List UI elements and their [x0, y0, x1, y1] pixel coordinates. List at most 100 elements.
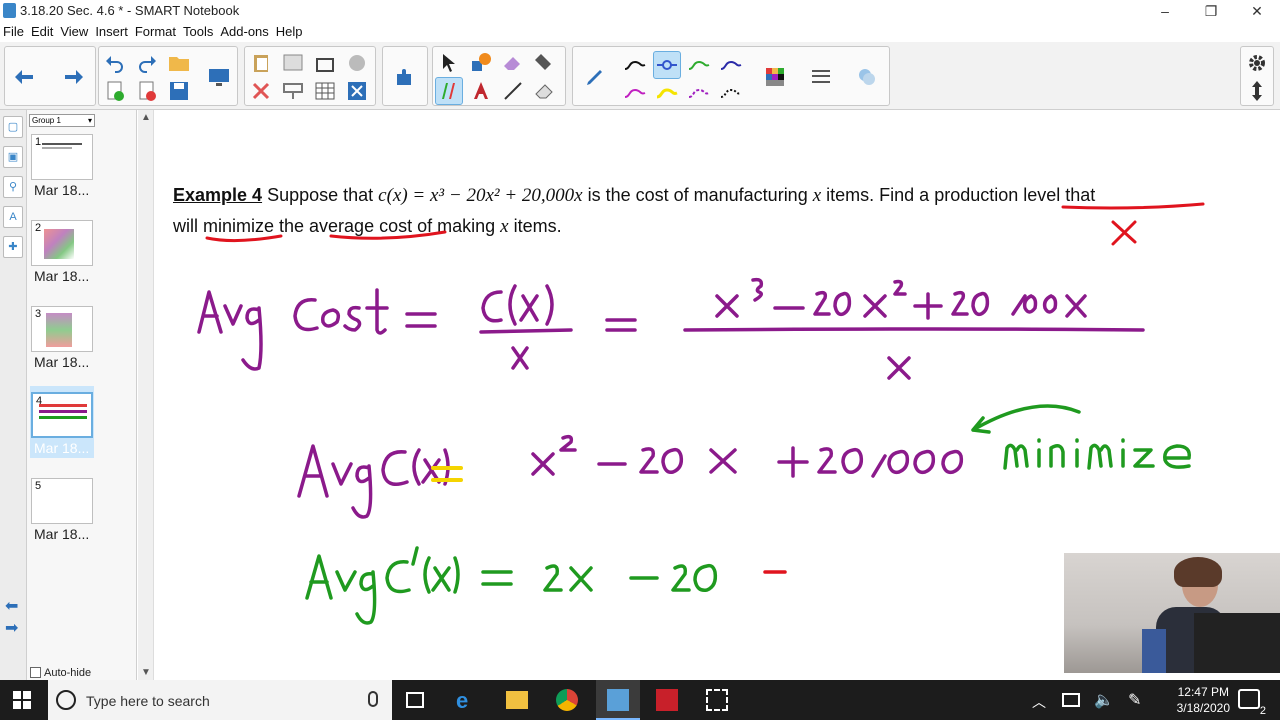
menu-edit[interactable]: Edit: [28, 22, 57, 39]
delete-page-icon[interactable]: [133, 77, 161, 105]
full-screen-icon[interactable]: [279, 77, 307, 105]
open-folder-icon[interactable]: [165, 49, 193, 77]
color-palette-icon[interactable]: [761, 63, 789, 91]
gallery-tab-icon[interactable]: ▣: [3, 146, 23, 168]
network-icon[interactable]: [1062, 693, 1080, 707]
move-toolbar-icon[interactable]: [1243, 77, 1271, 105]
fill-icon[interactable]: [531, 49, 559, 77]
scroll-up-icon[interactable]: ▲: [141, 112, 151, 123]
volume-icon[interactable]: 🔈: [1094, 690, 1114, 710]
paste-icon[interactable]: [247, 49, 275, 77]
scroll-down-icon[interactable]: ▼: [141, 667, 151, 678]
line-icon[interactable]: [499, 77, 527, 105]
taskbar-search-box[interactable]: Type here to search: [48, 680, 392, 720]
sidebar-prev-icon[interactable]: ⬅: [5, 596, 18, 616]
menu-format[interactable]: Format: [132, 22, 180, 39]
pen-style-magenta[interactable]: [621, 79, 649, 107]
minimize-button[interactable]: –: [1142, 0, 1188, 22]
table-icon[interactable]: [311, 77, 339, 105]
underline-production-level: [1061, 202, 1205, 210]
notification-count: 2: [1259, 705, 1266, 717]
sidebar-tabs: ▢ ▣ ⚲ A ✚ ⬅ ➡: [0, 110, 27, 680]
webcam-overlay: [1064, 553, 1280, 673]
page-thumbnail[interactable]: 2: [31, 220, 93, 266]
pen-style-black[interactable]: [621, 51, 649, 79]
handwritten-x-red: [1111, 220, 1137, 246]
addons-tab-icon[interactable]: ✚: [3, 236, 23, 258]
shapes-icon[interactable]: [467, 49, 495, 77]
pen-workspace-icon[interactable]: ✎: [1128, 690, 1141, 710]
pen-style-navy[interactable]: [717, 51, 745, 79]
menu-insert[interactable]: Insert: [92, 22, 132, 39]
cortana-icon: [56, 690, 76, 710]
group-dropdown[interactable]: Group 1 ▾: [29, 114, 95, 127]
page-thumbnail[interactable]: 4: [31, 392, 93, 438]
nav-group: [4, 46, 96, 106]
smart-notebook-app-icon: [3, 3, 16, 18]
spellcheck-icon[interactable]: [343, 49, 371, 77]
pen-type-icon[interactable]: [581, 63, 609, 91]
page-sorter-tab-icon[interactable]: ▢: [3, 116, 23, 138]
eraser-icon[interactable]: [531, 77, 559, 105]
properties-tab-icon[interactable]: A: [3, 206, 23, 228]
page-sorter: Group 1 ▾ 1 Mar 18... 2 Mar 18... 3 Mar 1…: [27, 110, 137, 680]
select-pointer-icon[interactable]: [435, 49, 463, 77]
transparency-icon[interactable]: [853, 63, 881, 91]
pen-style-blue[interactable]: [653, 51, 681, 79]
pens-icon[interactable]: [435, 77, 463, 105]
menu-tools[interactable]: Tools: [180, 22, 217, 39]
pen-style-yellow[interactable]: [653, 79, 681, 107]
menu-addons[interactable]: Add-ons: [217, 22, 272, 39]
settings-gear-icon[interactable]: [1243, 49, 1271, 77]
smart-notebook-taskbar-button[interactable]: [596, 680, 640, 720]
edge-browser-icon[interactable]: e: [456, 688, 480, 713]
page-label: Mar 18...: [34, 182, 90, 198]
close-button[interactable]: ✕: [1234, 0, 1280, 22]
save-icon[interactable]: [165, 77, 193, 105]
attachments-tab-icon[interactable]: ⚲: [3, 176, 23, 198]
delete-icon[interactable]: [247, 77, 275, 105]
pen-style-green[interactable]: [685, 51, 713, 79]
page-thumbnail[interactable]: 1: [31, 134, 93, 180]
menu-help[interactable]: Help: [273, 22, 307, 39]
clock-date: 3/18/2020: [1176, 701, 1230, 715]
capture-icon[interactable]: [311, 49, 339, 77]
page-label: Mar 18...: [34, 354, 90, 370]
action-center-icon[interactable]: 2: [1238, 689, 1266, 717]
task-view-icon[interactable]: [406, 692, 424, 708]
menu-view[interactable]: View: [57, 22, 92, 39]
add-ons-puzzle-icon[interactable]: [391, 63, 419, 91]
restore-button[interactable]: ❐: [1188, 0, 1234, 22]
display-screen-icon[interactable]: [205, 63, 233, 91]
text-icon[interactable]: [467, 77, 495, 105]
eraser-tool-icon[interactable]: [499, 49, 527, 77]
sidebar-next-icon[interactable]: ➡: [5, 618, 18, 638]
next-page-icon[interactable]: [59, 63, 87, 91]
adobe-acrobat-icon[interactable]: [656, 689, 678, 711]
page-thumbnail[interactable]: 5: [31, 478, 93, 524]
chrome-icon[interactable]: [556, 689, 578, 711]
microphone-icon[interactable]: [368, 691, 378, 707]
show-hidden-icons-icon[interactable]: ︿: [1032, 692, 1046, 712]
add-page-icon[interactable]: [101, 77, 129, 105]
clock-time: 12:47 PM: [1177, 685, 1229, 699]
undo-icon[interactable]: [101, 49, 129, 77]
windows-start-icon[interactable]: [12, 690, 32, 710]
addons-group: [382, 46, 428, 106]
screen-shade-icon[interactable]: [279, 49, 307, 77]
smart-notebook-icon: [607, 689, 629, 711]
snipping-tool-icon[interactable]: [706, 689, 728, 711]
close-box-icon[interactable]: [343, 77, 371, 105]
vertical-scrollbar[interactable]: ▲ ▼: [138, 110, 154, 680]
clock[interactable]: 12:47 PM 3/18/2020: [1177, 684, 1230, 716]
pen-style-purple-dashed[interactable]: [685, 79, 713, 107]
previous-page-icon[interactable]: [11, 63, 39, 91]
file-explorer-icon[interactable]: [506, 691, 528, 709]
auto-hide-checkbox[interactable]: Auto-hide: [30, 667, 91, 679]
menu-file[interactable]: File: [0, 22, 28, 39]
page-thumbnail[interactable]: 3: [31, 306, 93, 352]
line-thickness-icon[interactable]: [807, 63, 835, 91]
redo-icon[interactable]: [133, 49, 161, 77]
pen-style-dotted[interactable]: [717, 79, 745, 107]
page-label: Mar 18...: [34, 268, 90, 284]
